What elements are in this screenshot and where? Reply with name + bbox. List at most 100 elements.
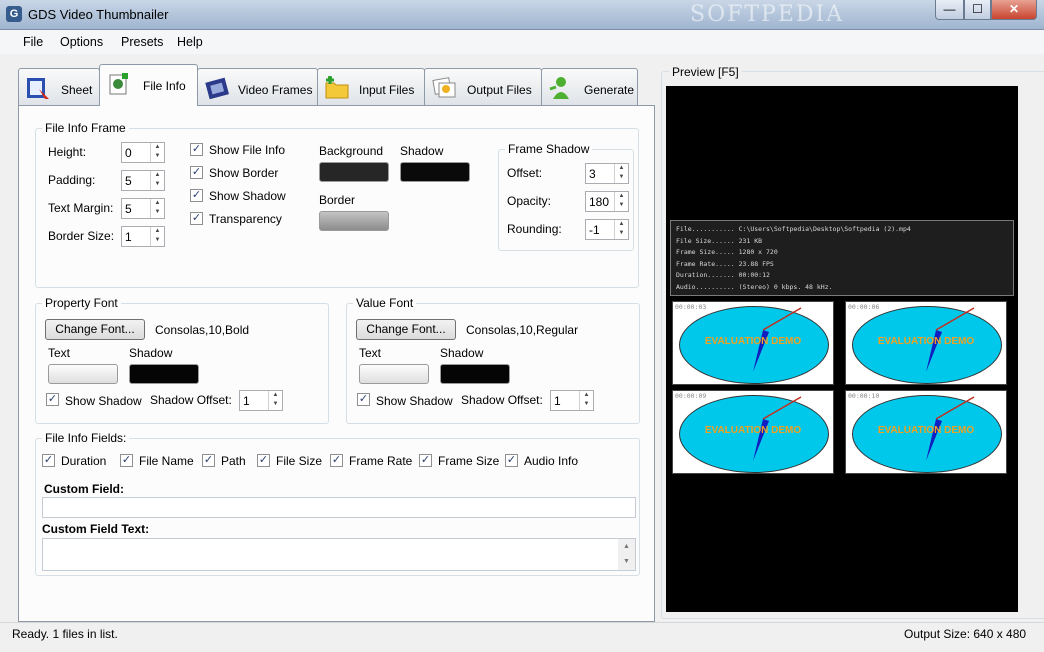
- show-file-info-checkbox[interactable]: ✓: [190, 143, 203, 156]
- background-color-swatch[interactable]: [319, 162, 389, 182]
- tab-label: Input Files: [359, 83, 415, 97]
- file-info-fields-group: File Info Fields: ✓ Duration ✓ File Name…: [35, 431, 640, 576]
- value-change-font-button[interactable]: Change Font...: [356, 319, 456, 340]
- property-show-shadow-checkbox[interactable]: ✓: [46, 393, 59, 406]
- watermark-text: SOFTPEDIA: [690, 2, 845, 27]
- spin-arrows-icon[interactable]: ▲ ▼: [150, 199, 164, 218]
- property-shadow-color-swatch[interactable]: [129, 364, 199, 384]
- preview-thumbnail: EVALUATION DEMO 00:00:10: [845, 390, 1007, 474]
- value-shadow-offset-value: 1: [554, 394, 561, 408]
- film-strip-icon: [205, 77, 229, 100]
- status-bar: [0, 622, 1044, 652]
- offset-value: 3: [589, 167, 596, 181]
- close-button[interactable]: ✕: [991, 0, 1037, 20]
- maximize-button[interactable]: ☐: [964, 0, 991, 20]
- minimize-button[interactable]: —: [935, 0, 964, 20]
- file-size-label: File Size: [276, 454, 323, 468]
- rounding-label: Rounding:: [507, 222, 562, 236]
- tab-label: Video Frames: [238, 83, 313, 97]
- show-file-info-label: Show File Info: [209, 143, 286, 157]
- value-shadow-offset-spinner[interactable]: 1 ▲ ▼: [550, 390, 594, 411]
- info-line: Frame Rate..... 23.88 FPS: [676, 259, 774, 268]
- opacity-label: Opacity:: [507, 194, 552, 208]
- transparency-label: Transparency: [209, 212, 282, 226]
- evaluation-demo-text: EVALUATION DEMO: [704, 425, 802, 436]
- thumb-timestamp: 00:00:10: [848, 392, 880, 400]
- property-shadow-offset-spinner[interactable]: 1 ▲ ▼: [239, 390, 283, 411]
- path-checkbox[interactable]: ✓: [202, 454, 215, 467]
- menu-help[interactable]: Help: [177, 35, 203, 49]
- border-color-label: Border: [319, 193, 356, 207]
- spin-arrows-icon[interactable]: ▲ ▼: [268, 391, 282, 410]
- border-size-label: Border Size:: [48, 229, 115, 243]
- audio-info-checkbox[interactable]: ✓: [505, 454, 518, 467]
- spin-arrows-icon[interactable]: ▲ ▼: [150, 143, 164, 162]
- tab-strip: Sheet File Info Video Frames Input Files…: [18, 64, 658, 106]
- offset-spinner[interactable]: 3 ▲ ▼: [585, 163, 629, 184]
- padding-spinner[interactable]: 5 ▲ ▼: [121, 170, 165, 191]
- frame-size-label: Frame Size: [438, 454, 500, 468]
- preview-thumbnail: EVALUATION DEMO 00:00:03: [672, 301, 834, 385]
- transparency-checkbox[interactable]: ✓: [190, 212, 203, 225]
- tab-sheet[interactable]: Sheet: [18, 68, 100, 105]
- value-text-label: Text: [359, 346, 382, 360]
- group-title: File Info Fields:: [42, 431, 130, 445]
- show-shadow-checkbox[interactable]: ✓: [190, 189, 203, 202]
- duration-checkbox[interactable]: ✓: [42, 454, 55, 467]
- info-line: File Size...... 231 KB: [676, 236, 763, 245]
- menu-options[interactable]: Options: [60, 35, 103, 49]
- info-line: Frame Size..... 1280 x 720: [676, 248, 778, 256]
- menu-file[interactable]: File: [23, 35, 43, 49]
- preview-thumbnail: EVALUATION DEMO 00:00:06: [845, 301, 1007, 385]
- background-label: Background: [319, 144, 384, 158]
- thumb-timestamp: 00:00:06: [848, 303, 880, 311]
- height-spinner[interactable]: 0 ▲ ▼: [121, 142, 165, 163]
- tab-file-info[interactable]: File Info: [99, 64, 198, 106]
- text-margin-spinner[interactable]: 5 ▲ ▼: [121, 198, 165, 219]
- border-size-spinner[interactable]: 1 ▲ ▼: [121, 226, 165, 247]
- value-show-shadow-checkbox[interactable]: ✓: [357, 393, 370, 406]
- file-info-icon: [109, 73, 128, 95]
- opacity-value: 180: [589, 195, 610, 209]
- tab-output-files[interactable]: Output Files: [424, 68, 542, 105]
- menu-presets[interactable]: Presets: [121, 35, 163, 49]
- value-text-color-swatch[interactable]: [359, 364, 429, 384]
- audio-info-label: Audio Info: [524, 454, 579, 468]
- spin-arrows-icon[interactable]: ▲ ▼: [150, 227, 164, 246]
- spin-arrows-icon[interactable]: ▲ ▼: [150, 171, 164, 190]
- show-border-checkbox[interactable]: ✓: [190, 166, 203, 179]
- tab-video-frames[interactable]: Video Frames: [197, 68, 318, 105]
- value-shadow-color-swatch[interactable]: [440, 364, 510, 384]
- preview-thumbnail: EVALUATION DEMO 00:00:09: [672, 390, 834, 474]
- frame-rate-label: Frame Rate: [349, 454, 413, 468]
- file-size-checkbox[interactable]: ✓: [257, 454, 270, 467]
- tab-input-files[interactable]: Input Files: [317, 68, 425, 105]
- group-title: Property Font: [42, 296, 121, 310]
- rounding-spinner[interactable]: -1 ▲ ▼: [585, 219, 629, 240]
- info-line: Duration....... 00:00:12: [676, 271, 770, 279]
- property-change-font-button[interactable]: Change Font...: [45, 319, 145, 340]
- group-title: File Info Frame: [42, 121, 129, 135]
- evaluation-demo-text: EVALUATION DEMO: [877, 425, 975, 436]
- spin-arrows-icon[interactable]: ▲ ▼: [614, 220, 628, 239]
- pictures-icon: [432, 77, 456, 98]
- spin-arrows-icon[interactable]: ▲ ▼: [614, 192, 628, 211]
- border-color-swatch[interactable]: [319, 211, 389, 231]
- opacity-spinner[interactable]: 180 ▲ ▼: [585, 191, 629, 212]
- property-text-label: Text: [48, 346, 71, 360]
- evaluation-demo-text: EVALUATION DEMO: [877, 336, 975, 347]
- spin-arrows-icon[interactable]: ▲ ▼: [579, 391, 593, 410]
- tab-generate[interactable]: Generate: [541, 68, 638, 105]
- text-margin-label: Text Margin:: [48, 201, 114, 215]
- spin-arrows-icon[interactable]: ▲ ▼: [614, 164, 628, 183]
- duration-label: Duration: [61, 454, 107, 468]
- custom-field-text-area[interactable]: ▲ ▼: [42, 538, 636, 571]
- preview-info-box: File........... C:\Users\Softpedia\Deskt…: [670, 220, 1014, 296]
- file-name-checkbox[interactable]: ✓: [120, 454, 133, 467]
- frame-rate-checkbox[interactable]: ✓: [330, 454, 343, 467]
- custom-field-input[interactable]: [42, 497, 636, 518]
- property-text-color-swatch[interactable]: [48, 364, 118, 384]
- frame-size-checkbox[interactable]: ✓: [419, 454, 432, 467]
- shadow-color-swatch[interactable]: [400, 162, 470, 182]
- scrollbar[interactable]: ▲ ▼: [618, 539, 635, 570]
